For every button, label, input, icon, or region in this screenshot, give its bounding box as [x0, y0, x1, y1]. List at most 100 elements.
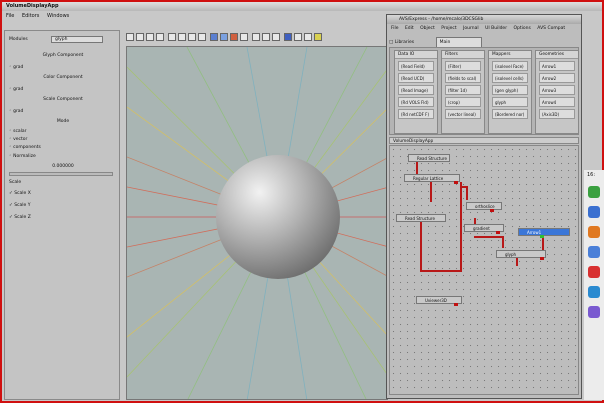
- library-item[interactable]: (Rd VOLS Fld): [398, 97, 434, 107]
- menu-file[interactable]: File: [6, 13, 14, 19]
- avs-menu-ui-builder[interactable]: UI Builder: [485, 26, 507, 31]
- sphere-surface: [216, 155, 340, 279]
- reset-tool-icon[interactable]: [198, 33, 206, 41]
- light-icon[interactable]: [220, 33, 228, 41]
- normalize-tool-icon[interactable]: [178, 33, 186, 41]
- library-item[interactable]: Arrow1: [539, 61, 575, 71]
- app-icon[interactable]: [588, 186, 600, 198]
- front-view-icon[interactable]: [252, 33, 260, 41]
- library-item[interactable]: Arrow4: [539, 97, 575, 107]
- connection-wire: [474, 236, 504, 238]
- library-item[interactable]: (isolevel Face): [492, 61, 528, 71]
- scale-grad-radio[interactable]: ◦ grad: [9, 109, 23, 114]
- glyph-component-heading: Glyph Component: [42, 53, 84, 58]
- avs-menu-object[interactable]: Object: [420, 26, 435, 31]
- module-orthoslice[interactable]: orthoslice: [466, 202, 502, 210]
- library-item[interactable]: (fields to scal): [445, 73, 481, 83]
- window-title: VolumeDisplayApp: [2, 2, 602, 11]
- library-header[interactable]: Data IO: [395, 51, 437, 59]
- library-header[interactable]: Filters: [442, 51, 484, 59]
- pointer-tool-icon[interactable]: [126, 33, 134, 41]
- network-editor-canvas[interactable]: Read Structure Regular Lattice Read Stru…: [389, 145, 579, 395]
- module-port[interactable]: [496, 231, 500, 234]
- menu-windows[interactable]: Windows: [47, 13, 69, 19]
- library-header[interactable]: Mappers: [489, 51, 531, 59]
- library-item[interactable]: (isolevel cells): [492, 73, 528, 83]
- network-icon[interactable]: [588, 286, 600, 298]
- grid-icon[interactable]: [240, 33, 248, 41]
- camera-icon[interactable]: [210, 33, 218, 41]
- library-item[interactable]: (crop): [445, 97, 481, 107]
- library-item[interactable]: (gen glyph): [492, 85, 528, 95]
- menu-editors[interactable]: Editors: [22, 13, 39, 19]
- module-glyph[interactable]: glyph: [496, 250, 546, 258]
- module-port[interactable]: [490, 209, 494, 212]
- avs-menu-options[interactable]: Options: [513, 26, 530, 31]
- scale-z-checkbox[interactable]: ✓ Scale Z: [9, 215, 31, 220]
- color-icon[interactable]: [230, 33, 238, 41]
- mode-components-radio[interactable]: ◦ components: [9, 145, 41, 150]
- settings-icon[interactable]: [588, 306, 600, 318]
- clock-readout: 16:: [587, 172, 596, 178]
- library-item[interactable]: Arrow2: [539, 73, 575, 83]
- connection-wire: [420, 270, 462, 272]
- mode-vector-radio[interactable]: ◦ vector: [9, 137, 27, 142]
- module-read-structure[interactable]: Read Structure: [408, 154, 450, 162]
- library-item[interactable]: glyph: [492, 97, 528, 107]
- mode-scalar-radio[interactable]: ◦ scalar: [9, 129, 27, 134]
- color-component-heading: Color Component: [43, 75, 83, 80]
- mode-heading: Mode: [56, 119, 70, 124]
- translate-tool-icon[interactable]: [156, 33, 164, 41]
- mail-icon[interactable]: [588, 246, 600, 258]
- module-port[interactable]: [540, 257, 544, 260]
- scale-x-checkbox[interactable]: ✓ Scale X: [9, 191, 31, 196]
- module-read-structure[interactable]: Read Structure: [396, 214, 446, 222]
- value-slider[interactable]: [9, 172, 113, 176]
- side-taskbar: 16:: [584, 170, 604, 400]
- library-filters: Filters (Filter) (fields to scal) (filte…: [441, 50, 485, 134]
- value-readout: 0.000000: [52, 164, 74, 169]
- scale-y-checkbox[interactable]: ✓ Scale Y: [9, 203, 31, 208]
- scale-tool-icon[interactable]: [146, 33, 154, 41]
- library-item[interactable]: (vector lineal): [445, 109, 481, 119]
- avs-menu-avs-compat[interactable]: AVS Compat: [537, 26, 565, 31]
- print-icon[interactable]: [284, 33, 292, 41]
- library-item[interactable]: (filter 1d): [445, 85, 481, 95]
- library-item[interactable]: (Rd netCDF F): [398, 109, 434, 119]
- top-view-icon[interactable]: [272, 33, 280, 41]
- module-regular-lattice[interactable]: Regular Lattice: [404, 174, 460, 182]
- avs-menu-file[interactable]: File: [391, 26, 399, 31]
- library-item[interactable]: (Read Image): [398, 85, 434, 95]
- library-header[interactable]: Geometries: [536, 51, 578, 59]
- side-view-icon[interactable]: [262, 33, 270, 41]
- connection-wire: [460, 182, 462, 270]
- normalize-checkbox[interactable]: ◦ Normalize: [9, 154, 36, 159]
- rotate-tool-icon[interactable]: [136, 33, 144, 41]
- 3d-viewer[interactable]: [126, 46, 388, 400]
- glyph-editor-panel: Modules glyph Glyph Component ◦ grad Col…: [4, 30, 120, 400]
- module-arrow1[interactable]: Arrow1: [518, 228, 570, 236]
- module-port[interactable]: [540, 235, 544, 238]
- library-item[interactable]: Arrow3: [539, 85, 575, 95]
- save-image-icon[interactable]: [294, 33, 302, 41]
- library-item[interactable]: (Axis3D): [539, 109, 575, 119]
- firefox-icon[interactable]: [588, 226, 600, 238]
- zoom-tool-icon[interactable]: [168, 33, 176, 41]
- center-tool-icon[interactable]: [188, 33, 196, 41]
- glyph-grad-radio[interactable]: ◦ grad: [9, 65, 23, 70]
- library-item[interactable]: (Read Field): [398, 61, 434, 71]
- color-grad-radio[interactable]: ◦ grad: [9, 87, 23, 92]
- avs-menu-project[interactable]: Project: [441, 26, 456, 31]
- module-port[interactable]: [454, 303, 458, 306]
- terminal-icon[interactable]: [588, 266, 600, 278]
- avs-menu-edit[interactable]: Edit: [405, 26, 414, 31]
- light-bulb-icon[interactable]: [314, 33, 322, 41]
- browser-icon[interactable]: [588, 206, 600, 218]
- module-port[interactable]: [454, 181, 458, 184]
- help-icon[interactable]: [304, 33, 312, 41]
- modules-select[interactable]: glyph: [51, 36, 103, 43]
- library-item[interactable]: (Read UCD): [398, 73, 434, 83]
- avs-menu-journal[interactable]: Journal: [463, 26, 479, 31]
- library-item[interactable]: (Bordered nor): [492, 109, 528, 119]
- library-item[interactable]: (Filter): [445, 61, 481, 71]
